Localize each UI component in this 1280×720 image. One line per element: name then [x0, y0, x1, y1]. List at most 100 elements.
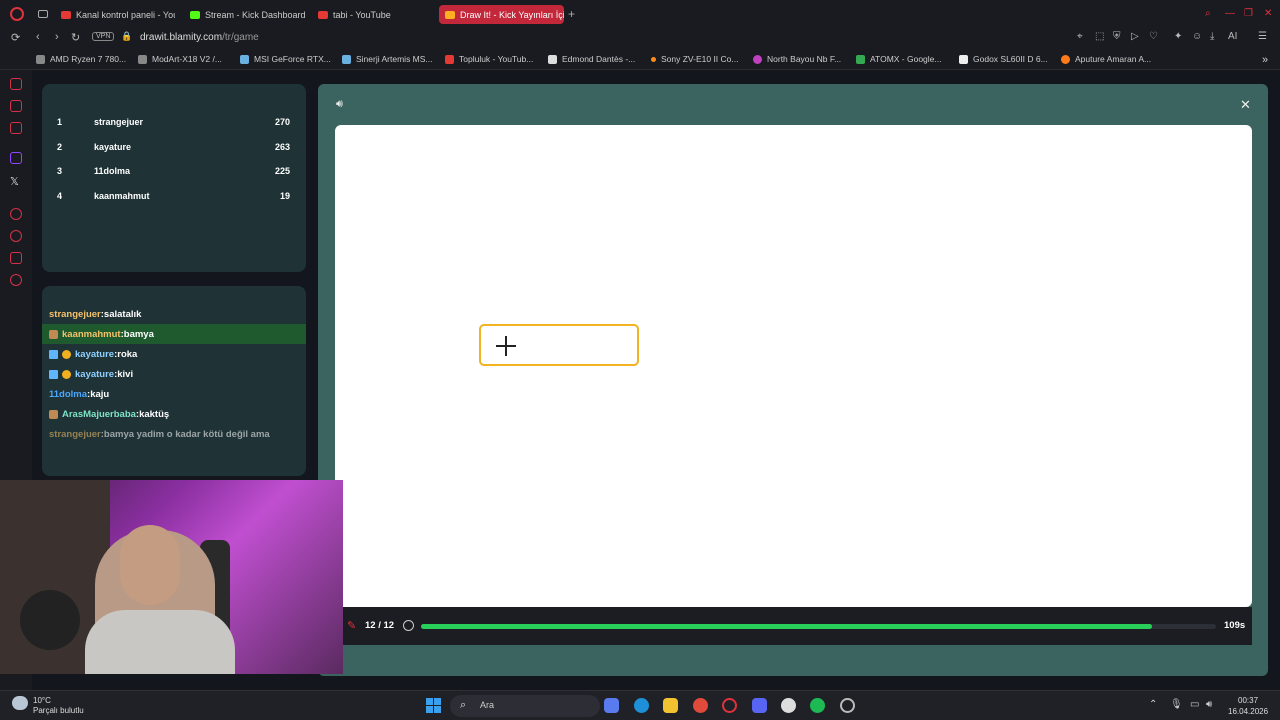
- sound-icon[interactable]: 🔊︎: [336, 98, 343, 111]
- extensions-sidebar-icon[interactable]: [10, 252, 22, 264]
- aria-ai-icon[interactable]: AI: [1228, 31, 1237, 42]
- gmail-icon[interactable]: [10, 122, 22, 134]
- windows-taskbar: 10°C Parçalı bulutlu ⌕ Ara ⌃ 🎙︎ ▭ 🔊︎ 00:…: [0, 690, 1280, 720]
- chat-text: :bamya yadim o kadar kötü değil ama: [100, 428, 270, 440]
- easy-setup-icon[interactable]: ☰: [1258, 31, 1267, 42]
- bookmark-item[interactable]: Edmond Dantès -...: [548, 54, 635, 64]
- tab-island-icon[interactable]: [38, 10, 48, 18]
- weather-widget[interactable]: 10°C Parçalı bulutlu: [33, 696, 84, 716]
- play-icon[interactable]: ▷: [1131, 31, 1139, 42]
- url-host: drawit.blamity.com: [140, 32, 223, 43]
- vpn-badge[interactable]: VPN: [92, 32, 115, 41]
- taskbar-search[interactable]: ⌕ Ara: [450, 695, 600, 717]
- drawit-icon: [445, 10, 455, 19]
- maximize-icon[interactable]: ❐: [1244, 8, 1253, 19]
- tab-kick-dashboard[interactable]: Stream - Kick Dashboard: [184, 5, 309, 24]
- bookmark-item[interactable]: Topluluk - YouTub...: [445, 54, 533, 64]
- player-score: 225: [274, 166, 290, 176]
- bookmark-icon: [753, 54, 762, 64]
- chat-message: kayature:roka: [42, 344, 306, 364]
- download-icon[interactable]: ⤓: [1210, 31, 1214, 42]
- bookmark-item[interactable]: AMD Ryzen 7 780...: [36, 54, 126, 64]
- opera-icon[interactable]: [722, 698, 737, 713]
- search-icon: ⌕: [460, 699, 467, 711]
- chat-user: strangejuer: [49, 428, 101, 440]
- chat-text: :bamya: [120, 328, 154, 340]
- bookmark-icon: [240, 54, 249, 64]
- minimize-icon[interactable]: —: [1225, 8, 1235, 19]
- microphone-icon[interactable]: 🎙︎: [1170, 699, 1183, 710]
- coin-badge-icon: [62, 349, 71, 359]
- time-remaining: 109s: [1224, 620, 1246, 631]
- bookmarks-bar: AMD Ryzen 7 780... ModArt-X18 V2 /... MS…: [0, 48, 1280, 70]
- start-menu-icon[interactable]: [426, 698, 441, 713]
- player-score: 19: [279, 191, 290, 201]
- weather-desc: Parçalı bulutlu: [33, 706, 84, 715]
- discord-icon[interactable]: [752, 698, 767, 713]
- rank: 3: [57, 166, 63, 176]
- settings-icon[interactable]: [10, 274, 22, 286]
- x-twitter-icon[interactable]: 𝕏: [10, 175, 22, 188]
- webcam-shirt: [85, 610, 235, 674]
- opera-menu-icon[interactable]: [10, 7, 24, 21]
- back-icon[interactable]: ‹: [36, 31, 40, 43]
- reload-icon[interactable]: ↻: [71, 31, 80, 44]
- tab-youtube-dashboard[interactable]: Kanal kontrol paneli - YouT: [55, 5, 175, 24]
- profile-icon[interactable]: ☺: [1192, 31, 1202, 42]
- pin-icon[interactable]: ⌖: [1077, 31, 1083, 42]
- player-name: 11dolma: [94, 166, 131, 176]
- sword-icon: [49, 369, 58, 379]
- rank: 4: [57, 191, 63, 201]
- leaderboard-row: 1 strangejuer 270: [42, 111, 306, 135]
- leaderboard-row: 2 kayature 263: [42, 136, 306, 160]
- file-explorer-icon[interactable]: [663, 698, 678, 713]
- search-tabs-icon[interactable]: ⌕: [1205, 8, 1211, 19]
- adblock-icon[interactable]: ⛨: [1113, 31, 1121, 42]
- webcam-overlay: [0, 480, 343, 674]
- bookmark-item[interactable]: Aputure Amaran A...: [1061, 54, 1151, 64]
- heart-icon[interactable]: ♡: [1149, 31, 1158, 42]
- extensions-icon[interactable]: ✦: [1174, 31, 1182, 42]
- bookmark-item[interactable]: ModArt-X18 V2 /...: [138, 54, 222, 64]
- close-icon[interactable]: ✕: [1240, 97, 1251, 113]
- edge-icon[interactable]: [634, 698, 649, 713]
- steam-icon[interactable]: [840, 698, 855, 713]
- bookmark-item[interactable]: ATOMX - Google...: [856, 54, 942, 64]
- chrome-icon[interactable]: [693, 698, 708, 713]
- weather-icon[interactable]: [12, 696, 28, 710]
- network-icon[interactable]: ▭: [1190, 699, 1199, 710]
- reload-sidebar-icon[interactable]: ⟳: [11, 31, 20, 44]
- lock-icon[interactable]: 🔒: [121, 31, 132, 42]
- player-score: 270: [274, 117, 290, 127]
- snapshot-icon[interactable]: ⬚: [1095, 31, 1104, 42]
- webcam-head: [120, 525, 180, 605]
- history-icon[interactable]: [10, 230, 22, 242]
- new-tab-button[interactable]: +: [568, 7, 575, 21]
- url-field[interactable]: drawit.blamity.com/tr/game: [140, 32, 259, 43]
- close-window-icon[interactable]: ✕: [1264, 8, 1272, 19]
- coin-badge-icon: [62, 369, 71, 379]
- twitch-icon[interactable]: [10, 152, 22, 164]
- home-icon[interactable]: [10, 78, 22, 90]
- messenger-icon[interactable]: [10, 100, 22, 112]
- copilot-icon[interactable]: [604, 698, 619, 713]
- player-icon[interactable]: [10, 208, 22, 220]
- forward-icon[interactable]: ›: [55, 31, 59, 43]
- leaderboard-row: 4 kaanmahmut 19: [42, 185, 306, 209]
- drawing-canvas[interactable]: [335, 125, 1252, 607]
- sword-icon: [49, 349, 58, 359]
- volume-icon[interactable]: 🔊︎: [1206, 699, 1212, 710]
- kick-icon: [190, 10, 200, 19]
- spotify-icon[interactable]: [810, 698, 825, 713]
- bookmark-item[interactable]: Sony ZV-E10 II Co...: [651, 54, 738, 64]
- obs-icon[interactable]: [781, 698, 796, 713]
- tab-draw-it[interactable]: Draw It! - Kick Yayınları İçi: [439, 5, 564, 24]
- bookmark-item[interactable]: MSI GeForce RTX...: [240, 54, 331, 64]
- bookmark-item[interactable]: Sinerji Artemis MS...: [342, 54, 433, 64]
- bookmark-item[interactable]: Godox SL60II D 6...: [959, 54, 1048, 64]
- system-clock[interactable]: 00:37 16.04.2026: [1228, 695, 1268, 717]
- bookmark-item[interactable]: North Bayou Nb F...: [753, 54, 841, 64]
- tray-expand-icon[interactable]: ⌃: [1149, 699, 1157, 710]
- tab-tabi-youtube[interactable]: tabi - YouTube: [312, 5, 432, 24]
- more-bookmarks-icon[interactable]: »: [1262, 54, 1268, 66]
